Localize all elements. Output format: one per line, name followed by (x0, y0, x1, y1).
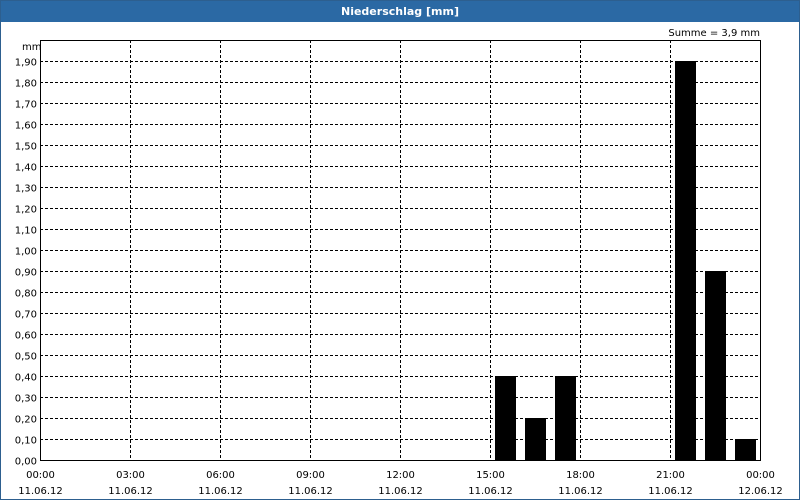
x-tick-date: 11.06.12 (288, 486, 333, 497)
y-axis-label: mm (22, 42, 41, 53)
x-tick-date: 12.06.12 (738, 486, 783, 497)
x-tick-date: 11.06.12 (18, 486, 63, 497)
precipitation-bar (705, 271, 726, 460)
x-tick-date: 11.06.12 (648, 486, 693, 497)
x-tick-time: 00:00 (26, 470, 55, 481)
x-axis-ticks: 00:00 11.06.12 03:00 11.06.12 06:00 11.06.12 0… (18, 470, 783, 497)
y-tick-label: 0,20 (15, 415, 37, 426)
y-tick-label: 1,60 (15, 121, 37, 132)
y-tick-label: 1,00 (15, 247, 37, 258)
y-tick-label: 1,30 (15, 184, 37, 195)
x-tick-date: 11.06.12 (468, 486, 513, 497)
y-tick-label: 0,50 (15, 352, 37, 363)
x-tick-time: 15:00 (476, 470, 505, 481)
x-tick-date: 11.06.12 (108, 486, 153, 497)
y-tick-label: 0,10 (15, 436, 37, 447)
precipitation-bar (495, 376, 516, 460)
x-tick-time: 03:00 (116, 470, 145, 481)
y-tick-label: 0,80 (15, 289, 37, 300)
y-tick-label: 1,10 (15, 226, 37, 237)
y-tick-label: 1,80 (15, 79, 37, 90)
x-tick-date: 11.06.12 (198, 486, 243, 497)
precipitation-bar (735, 439, 756, 460)
x-tick-time: 21:00 (656, 470, 685, 481)
y-tick-label: 0,70 (15, 310, 37, 321)
x-tick-date: 11.06.12 (378, 486, 423, 497)
y-tick-label: 0,00 (15, 457, 37, 468)
x-tick-time: 18:00 (566, 470, 595, 481)
y-tick-label: 0,90 (15, 268, 37, 279)
y-axis-ticks: 0,00 0,10 0,20 0,30 0,40 0,50 0,60 0,70 0,80 0,90… (15, 58, 37, 468)
y-tick-label: 1,40 (15, 163, 37, 174)
y-tick-label: 1,50 (15, 142, 37, 153)
precipitation-bar (555, 376, 576, 460)
x-tick-time: 12:00 (386, 470, 415, 481)
y-tick-label: 1,20 (15, 205, 37, 216)
y-tick-label: 1,70 (15, 100, 37, 111)
x-tick-date: 11.06.12 (558, 486, 603, 497)
sum-annotation: Summe = 3,9 mm (668, 28, 760, 39)
precipitation-chart: 0,00 0,10 0,20 0,30 0,40 0,50 0,60 0,70 0,80 0,90… (15, 28, 783, 497)
grid (40, 40, 760, 460)
y-tick-label: 0,40 (15, 373, 37, 384)
x-tick-time: 00:00 (746, 470, 775, 481)
precipitation-bar (525, 418, 546, 460)
precipitation-bar (675, 61, 696, 460)
x-tick-time: 09:00 (296, 470, 325, 481)
x-tick-time: 06:00 (206, 470, 235, 481)
y-tick-label: 0,60 (15, 331, 37, 342)
bars (495, 61, 756, 460)
y-tick-label: 0,30 (15, 394, 37, 405)
y-tick-label: 1,90 (15, 58, 37, 69)
